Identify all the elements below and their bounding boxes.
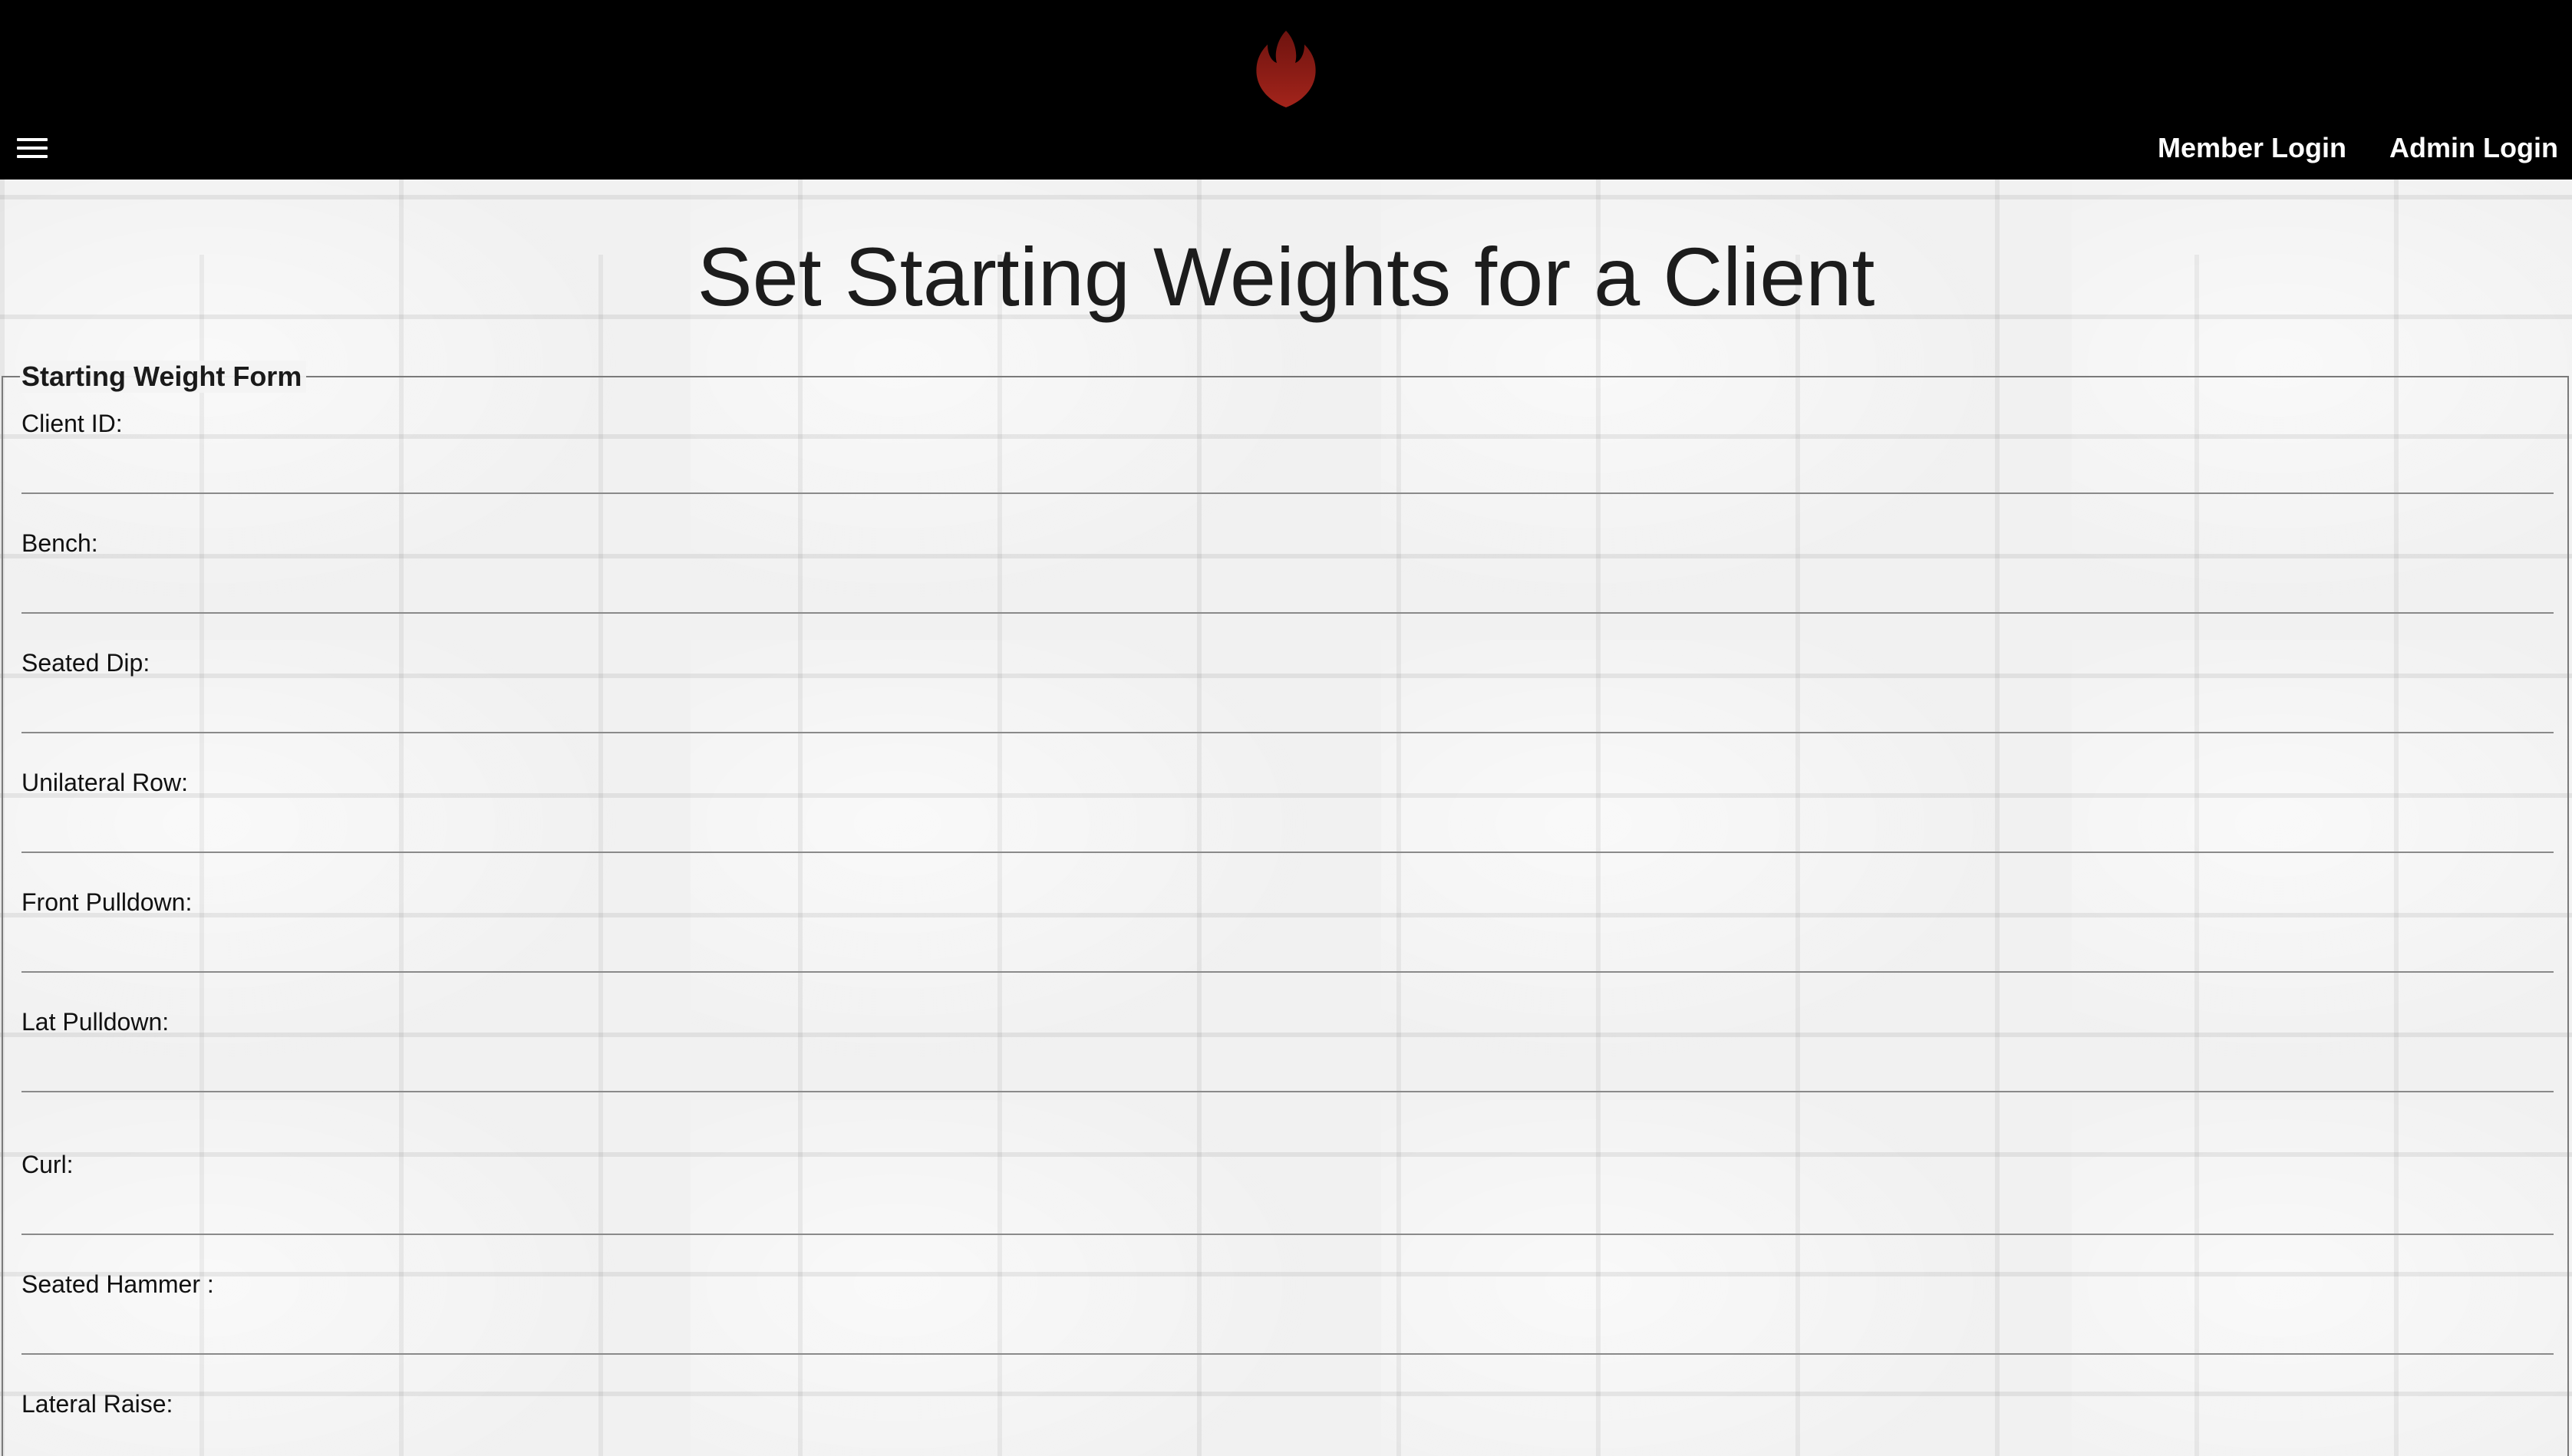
client-id-input[interactable] <box>21 448 2554 494</box>
seated-dip-input[interactable] <box>21 687 2554 733</box>
curl-input[interactable] <box>21 1189 2554 1235</box>
menu-bar-middle <box>17 147 48 150</box>
form-legend: Starting Weight Form <box>20 361 307 393</box>
seated-hammer-field: Seated Hammer : <box>21 1269 2554 1355</box>
bench-field: Bench: <box>21 528 2554 614</box>
flame-logo-icon[interactable] <box>1251 29 1321 109</box>
hamburger-menu-icon[interactable] <box>17 138 48 164</box>
page: Member Login Admin Login Set Starting We… <box>0 0 2572 1456</box>
lateral-raise-field: Lateral Raise: <box>21 1388 2554 1419</box>
client-id-label: Client ID: <box>21 410 123 437</box>
curl-field: Curl: <box>21 1149 2554 1235</box>
bench-label: Bench: <box>21 529 98 557</box>
menu-bar-top <box>17 138 48 141</box>
member-login-link[interactable]: Member Login <box>2158 132 2346 164</box>
unilateral-row-input[interactable] <box>21 807 2554 853</box>
lat-pulldown-input[interactable] <box>21 1046 2554 1092</box>
lateral-raise-label: Lateral Raise: <box>21 1390 173 1418</box>
front-pulldown-field: Front Pulldown: <box>21 887 2554 973</box>
client-id-field: Client ID: <box>21 408 2554 494</box>
front-pulldown-input[interactable] <box>21 927 2554 973</box>
curl-label: Curl: <box>21 1151 74 1178</box>
front-pulldown-label: Front Pulldown: <box>21 888 193 916</box>
lat-pulldown-field: Lat Pulldown: <box>21 1006 2554 1092</box>
top-navigation-bar: Member Login Admin Login <box>0 0 2572 180</box>
page-title: Set Starting Weights for a Client <box>697 230 1875 323</box>
unilateral-row-field: Unilateral Row: <box>21 767 2554 853</box>
menu-bar-bottom <box>17 155 48 158</box>
admin-login-link[interactable]: Admin Login <box>2389 132 2558 164</box>
lat-pulldown-label: Lat Pulldown: <box>21 1008 170 1036</box>
unilateral-row-label: Unilateral Row: <box>21 769 188 796</box>
seated-hammer-label: Seated Hammer : <box>21 1270 214 1298</box>
nav-links: Member Login Admin Login <box>2158 132 2558 164</box>
seated-dip-label: Seated Dip: <box>21 649 150 677</box>
seated-dip-field: Seated Dip: <box>21 647 2554 733</box>
seated-hammer-input[interactable] <box>21 1309 2554 1355</box>
bench-input[interactable] <box>21 568 2554 614</box>
